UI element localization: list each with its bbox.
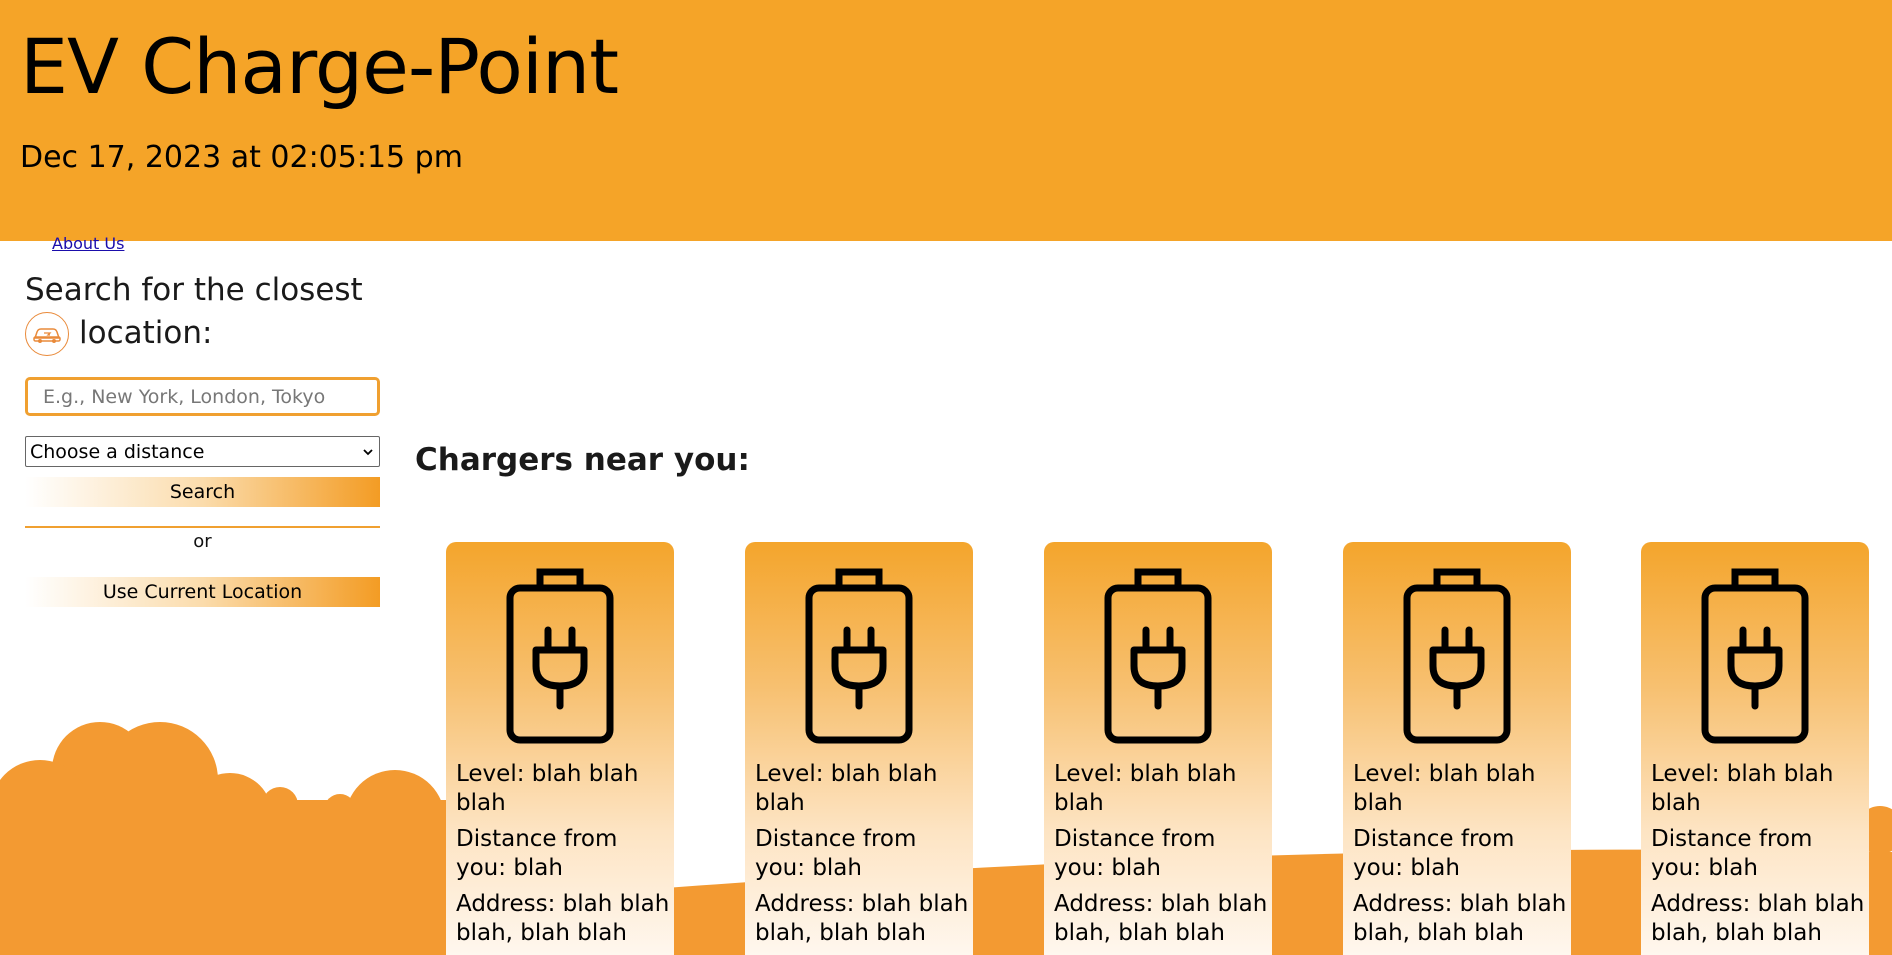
charger-card[interactable]: Level: blah blah blah Distance from you:… [745, 542, 973, 955]
about-us-link[interactable]: About Us [52, 234, 124, 253]
distance-select-value: Choose a distance [30, 440, 205, 463]
charger-level: Level: blah blah blah [755, 761, 938, 816]
charger-address: Address: blah blah blah, blah blah [1651, 891, 1865, 946]
chevron-down-icon [363, 448, 373, 455]
current-datetime: Dec 17, 2023 at 02:05:15 pm [20, 140, 463, 175]
charger-card[interactable]: Level: blah blah blah Distance from you:… [1343, 542, 1571, 955]
divider [25, 526, 380, 528]
search-heading-line1: Search for the closest [25, 272, 363, 308]
charger-distance: Distance from you: blah [456, 826, 618, 881]
search-button[interactable]: Search [25, 477, 380, 507]
location-search-input[interactable] [25, 377, 380, 416]
charger-distance: Distance from you: blah [1054, 826, 1216, 881]
battery-plug-icon [1104, 568, 1212, 744]
or-separator: or [193, 531, 212, 552]
battery-plug-icon [1403, 568, 1511, 744]
charger-distance: Distance from you: blah [1651, 826, 1813, 881]
results-title: Chargers near you: [415, 442, 750, 478]
page-header: EV Charge-Point Dec 17, 2023 at 02:05:15… [0, 0, 1892, 241]
search-heading: Search for the closest location: [25, 270, 385, 356]
charger-address: Address: blah blah blah, blah blah [755, 891, 969, 946]
charger-address: Address: blah blah blah, blah blah [456, 891, 670, 946]
charger-card[interactable]: Level: blah blah blah Distance from you:… [446, 542, 674, 955]
use-current-location-button[interactable]: Use Current Location [25, 577, 380, 607]
charger-level: Level: blah blah blah [1054, 761, 1237, 816]
app-title: EV Charge-Point [20, 22, 619, 111]
charger-card[interactable]: Level: blah blah blah Distance from you:… [1044, 542, 1272, 955]
car-icon [25, 312, 69, 356]
charger-level: Level: blah blah blah [1651, 761, 1834, 816]
charger-distance: Distance from you: blah [755, 826, 917, 881]
charger-address: Address: blah blah blah, blah blah [1353, 891, 1567, 946]
battery-plug-icon [1701, 568, 1809, 744]
charger-card[interactable]: Level: blah blah blah Distance from you:… [1641, 542, 1869, 955]
charger-level: Level: blah blah blah [1353, 761, 1536, 816]
battery-plug-icon [506, 568, 614, 744]
search-heading-line2: location: [79, 315, 213, 351]
distance-select[interactable]: Choose a distance [25, 436, 380, 467]
search-heading-line2-row: location: [25, 310, 385, 356]
battery-plug-icon [805, 568, 913, 744]
charger-address: Address: blah blah blah, blah blah [1054, 891, 1268, 946]
charger-level: Level: blah blah blah [456, 761, 639, 816]
charger-distance: Distance from you: blah [1353, 826, 1515, 881]
